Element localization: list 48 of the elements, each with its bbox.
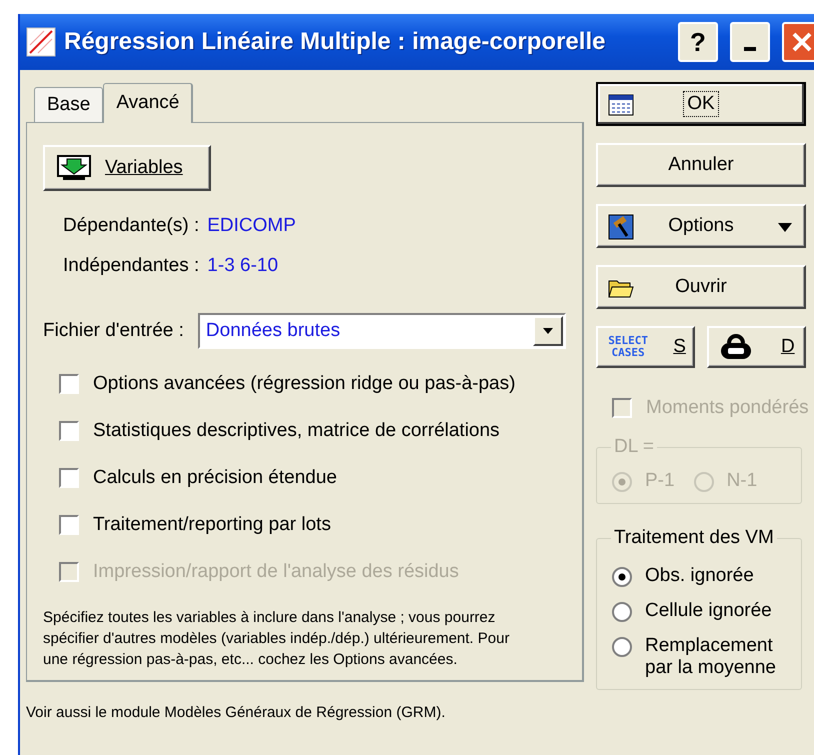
field-value: 1-3 6-10 <box>207 255 278 277</box>
monitor-arrow-icon <box>57 155 91 181</box>
field-value: EDICOMP <box>207 215 296 237</box>
tab[interactable]: Avancé <box>103 83 194 123</box>
select-cases-button[interactable]: SELECT CASES S <box>596 326 695 368</box>
missing-data-group: Traitement des VM Obs. ignorée Cellule ignorée Remplacement par la moyenne <box>596 527 802 690</box>
spreadsheet-icon <box>608 92 634 118</box>
options-button[interactable]: Options <box>596 204 806 248</box>
radio-button[interactable] <box>611 636 633 658</box>
close-button[interactable] <box>782 22 814 62</box>
hammer-icon <box>608 214 634 240</box>
minimize-button[interactable] <box>730 22 770 62</box>
tab[interactable]: Base <box>34 87 104 122</box>
dl-group: DL = P-1 N-1 <box>596 436 802 504</box>
radio-button[interactable] <box>611 601 633 623</box>
ok-button[interactable]: OK <box>596 82 806 126</box>
field-label: Dépendante(s) : <box>63 215 200 237</box>
cancel-button[interactable]: Annuler <box>596 143 806 187</box>
radio-label: P-1 <box>645 470 675 492</box>
app-icon <box>26 27 56 57</box>
open-button[interactable]: Ouvrir <box>596 265 806 309</box>
checkbox[interactable] <box>59 374 79 394</box>
window-title: Régression Linéaire Multiple : image-corporelle <box>64 28 606 56</box>
caret-icon <box>533 316 563 346</box>
variables-button[interactable]: Variables <box>43 145 211 191</box>
checkbox[interactable] <box>59 421 79 441</box>
radio-label: N-1 <box>726 470 758 492</box>
radio-label: Remplacement par la moyenne <box>645 635 777 679</box>
weight-button[interactable]: D <box>707 326 806 368</box>
checkbox-label: Impression/rapport de l'analyse des résidus <box>93 561 459 583</box>
checkbox[interactable] <box>59 515 79 535</box>
checkbox-label: Statistiques descriptives, matrice de corrélations <box>93 420 500 442</box>
checkbox-label: Traitement/reporting par lots <box>93 514 331 536</box>
footer-text: Voir aussi le module Modèles Généraux de Régression (GRM). <box>26 704 446 721</box>
checkbox-label: Calculs en précision étendue <box>93 467 337 489</box>
checkbox[interactable] <box>59 468 79 488</box>
radio-label: Cellule ignorée <box>645 600 772 622</box>
checkbox-label: Moments pondérés <box>646 397 809 419</box>
caret-icon <box>778 223 792 232</box>
radio-button[interactable] <box>611 566 633 588</box>
radio-label: Obs. ignorée <box>645 565 754 587</box>
field-label: Indépendantes : <box>63 255 200 277</box>
checkbox-label: Options avancées (régression ridge ou pas-à-pas) <box>93 373 516 395</box>
help-text: Spécifiez toutes les variables à inclure dans l'analyse ; vous pourrez spécifier d'autres modèles (variables indép./dép.) ultérieurement. Pour une régression pas-à-pas, etc... cochez les Options avancées. <box>43 608 510 670</box>
dropdown[interactable]: Données brutes <box>198 313 566 349</box>
help-button[interactable]: ? <box>678 22 718 62</box>
field-label: Fichier d'entrée : <box>43 320 184 342</box>
minimize-icon <box>744 47 756 51</box>
